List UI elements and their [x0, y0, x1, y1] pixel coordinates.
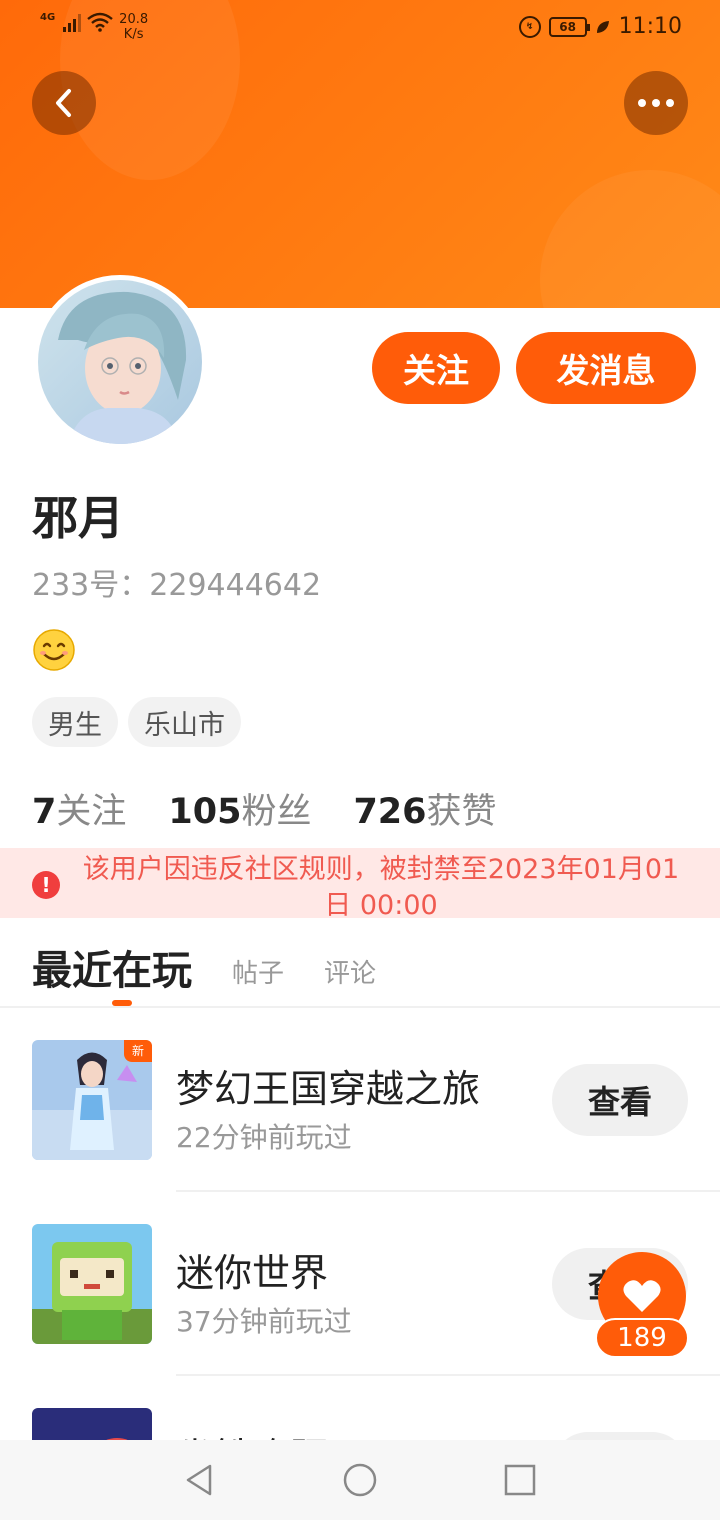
signal-icon	[63, 12, 82, 32]
back-triangle-icon[interactable]	[182, 1462, 218, 1498]
like-count: 189	[595, 1318, 689, 1358]
ban-notice: ! 该用户因违反社区规则，被封禁至2023年01月01日 00:00	[0, 848, 720, 921]
recents-square-icon[interactable]	[502, 1462, 538, 1498]
wifi-icon	[87, 12, 113, 32]
game-title: 迷你世界	[176, 1251, 329, 1295]
status-bar: 4G 20.8 K/s ↯ 68 11:10	[0, 0, 720, 56]
battery-icon: 68	[548, 16, 590, 37]
back-button[interactable]	[32, 71, 96, 135]
banner-decoration	[540, 170, 720, 308]
new-badge: 新	[124, 1040, 152, 1062]
home-circle-icon[interactable]	[342, 1462, 378, 1498]
more-button[interactable]	[624, 71, 688, 135]
game-thumbnail	[32, 1224, 152, 1344]
game-last-played: 37分钟前玩过	[176, 1305, 352, 1338]
game-title: 梦幻王国穿越之旅	[176, 1067, 481, 1111]
user-id-label: 233号：	[32, 568, 150, 603]
stat-followers[interactable]: 105粉丝	[168, 783, 311, 834]
list-item[interactable]: 新 梦幻王国穿越之旅 22分钟前玩过 查看	[0, 1008, 720, 1192]
more-dots-icon	[638, 99, 674, 107]
stat-likes: 726获赞	[353, 792, 497, 832]
stat-following[interactable]: 7关注	[32, 783, 126, 834]
hd-call-icon: ↯	[518, 15, 541, 38]
tab-recently-played[interactable]: 最近在玩	[32, 938, 192, 1006]
profile-stats: 7关注 105粉丝 726获赞	[32, 783, 497, 834]
network-speed: 20.8 K/s	[119, 12, 149, 42]
back-arrow-icon	[56, 89, 71, 117]
profile-tabs: 最近在玩 帖子 评论	[32, 938, 376, 1006]
tab-posts[interactable]: 帖子	[232, 953, 284, 996]
view-button[interactable]: 查看	[552, 1064, 688, 1136]
tag-city: 乐山市	[128, 697, 241, 747]
smile-emoji-icon	[33, 629, 75, 671]
heart-icon	[623, 1280, 661, 1312]
avatar-image	[38, 280, 202, 444]
user-id-value: 229444642	[149, 568, 322, 603]
user-name: 邪月	[32, 491, 124, 545]
warning-icon: !	[32, 871, 60, 899]
game-last-played: 22分钟前玩过	[176, 1121, 352, 1154]
leaf-icon	[596, 20, 609, 33]
system-nav-bar	[0, 1440, 720, 1520]
network-type: 4G	[40, 12, 56, 23]
follow-button[interactable]: 关注	[372, 332, 500, 404]
game-thumbnail: 新	[32, 1040, 152, 1160]
send-message-button[interactable]: 发消息	[516, 332, 696, 404]
tag-gender: 男生	[32, 697, 118, 747]
tab-comments[interactable]: 评论	[324, 953, 376, 996]
clock: 11:10	[618, 14, 682, 39]
profile-tags: 男生 乐山市	[32, 697, 241, 747]
ban-notice-text: 该用户因违反社区规则，被封禁至2023年01月01日 00:00	[82, 854, 680, 921]
user-id: 233号：229444642	[32, 560, 321, 604]
avatar[interactable]	[33, 275, 207, 449]
